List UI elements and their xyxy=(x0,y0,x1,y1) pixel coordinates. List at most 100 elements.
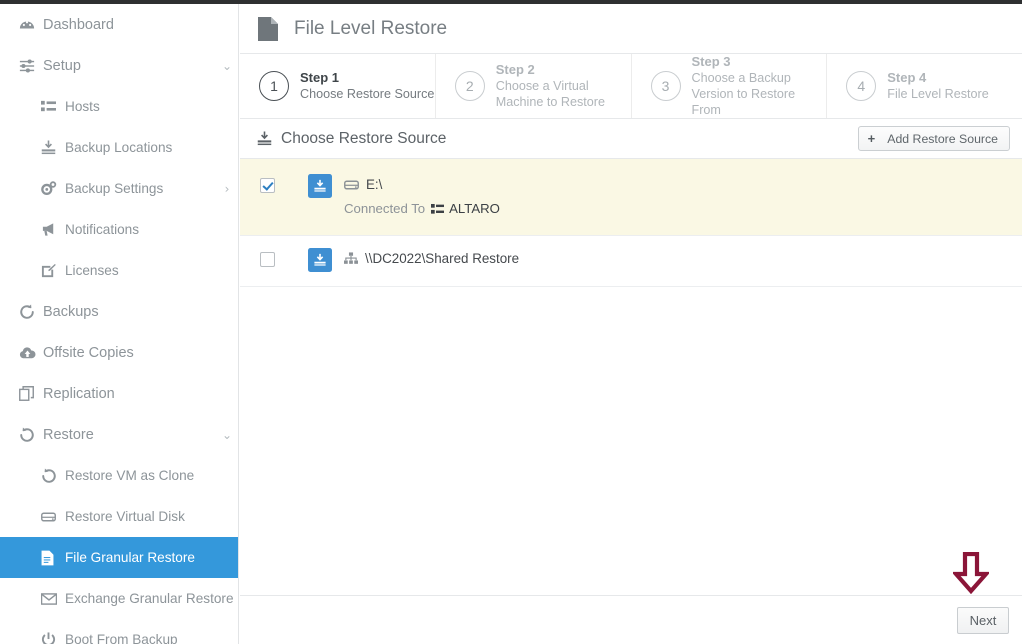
envelope-icon xyxy=(41,592,65,605)
gears-icon xyxy=(41,181,65,196)
download-tray-icon xyxy=(308,174,332,198)
connected-label: Connected To xyxy=(344,201,426,216)
wizard-footer: Next xyxy=(240,595,1022,644)
chevron-down-icon[interactable]: ⌄ xyxy=(216,428,238,442)
step-description: Choose a Backup Version to Restore From xyxy=(691,71,796,118)
step-description: File Level Restore xyxy=(887,87,989,102)
sidebar-item-exchange-granular-restore[interactable]: Exchange Granular Restore xyxy=(0,578,238,619)
restore-source-row[interactable]: \\DC2022\Shared Restore xyxy=(240,236,1022,287)
sidebar-item-label: Restore VM as Clone xyxy=(65,468,195,483)
download-tray-icon xyxy=(257,131,272,146)
step-number-badge: 3 xyxy=(650,71,681,101)
step-name: Step 4 xyxy=(887,69,927,85)
sidebar-navigation: Dashboard Setup ⌄ Hosts Backup Locations Back… xyxy=(0,4,239,644)
wizard-step-4[interactable]: 4 Step 4 File Level Restore xyxy=(827,54,1022,118)
server-list-icon xyxy=(431,203,445,215)
page-title: File Level Restore xyxy=(294,17,448,39)
app-root: Dashboard Setup ⌄ Hosts Backup Locations Back… xyxy=(0,0,1022,644)
refresh-icon xyxy=(19,304,43,320)
restore-source-path: E:\ xyxy=(366,177,383,192)
step-text: Step 4 File Level Restore xyxy=(887,70,989,103)
restore-icon xyxy=(41,468,65,484)
step-name: Step 2 xyxy=(495,61,535,77)
section-header: Choose Restore Source + Add Restore Sour… xyxy=(240,119,1022,159)
sidebar-item-label: File Granular Restore xyxy=(65,550,195,565)
restore-source-details: E:\ Connected To ALTARO xyxy=(344,176,500,216)
restore-source-details: \\DC2022\Shared Restore xyxy=(344,250,519,266)
sidebar-item-restore[interactable]: Restore ⌄ xyxy=(0,414,238,455)
restore-source-path-row: \\DC2022\Shared Restore xyxy=(344,251,519,266)
dashboard-icon xyxy=(19,17,43,33)
plus-icon: + xyxy=(867,131,876,146)
restore-source-checkbox[interactable] xyxy=(260,252,275,267)
add-restore-source-label: Add Restore Source xyxy=(887,131,998,146)
sidebar-item-label: Exchange Granular Restore xyxy=(65,591,234,606)
sidebar-item-label: Backup Settings xyxy=(65,181,164,196)
sidebar-item-label: Restore xyxy=(43,426,94,443)
sidebar-item-label: Offsite Copies xyxy=(43,344,134,361)
hdd-icon xyxy=(41,511,65,523)
connected-target-name: ALTARO xyxy=(449,201,500,216)
restore-icon xyxy=(19,427,43,443)
hdd-icon xyxy=(344,179,359,191)
step-text: Step 1 Choose Restore Source xyxy=(300,70,434,103)
step-name: Step 3 xyxy=(691,53,731,69)
step-text: Step 3 Choose a Backup Version to Restore… xyxy=(692,54,827,119)
chevron-right-icon[interactable]: › xyxy=(216,182,238,196)
sidebar-item-licenses[interactable]: Licenses xyxy=(0,250,238,291)
step-number-badge: 4 xyxy=(846,71,877,101)
sidebar-item-backups[interactable]: Backups xyxy=(0,291,238,332)
sidebar-item-label: Hosts xyxy=(65,99,100,114)
sidebar-item-boot-from-backup[interactable]: Boot From Backup xyxy=(0,619,238,644)
step-name: Step 1 xyxy=(300,69,340,85)
connected-info: Connected To ALTARO xyxy=(344,201,500,216)
sidebar-item-setup[interactable]: Setup ⌄ xyxy=(0,45,238,86)
step-number-badge: 1 xyxy=(259,71,289,101)
step-number-badge: 2 xyxy=(454,71,485,101)
download-tray-icon xyxy=(308,248,332,272)
main-content: File Level Restore 1 Step 1 Choose Restore… xyxy=(240,4,1022,644)
step-wizard: 1 Step 1 Choose Restore Source 2 Step 2 Choos… xyxy=(240,54,1022,119)
sidebar-item-label: Licenses xyxy=(65,263,119,278)
megaphone-icon xyxy=(41,222,65,237)
sidebar-item-restore-virtual-disk[interactable]: Restore Virtual Disk xyxy=(0,496,238,537)
sliders-icon xyxy=(19,58,43,74)
sidebar-item-notifications[interactable]: Notifications xyxy=(0,209,238,250)
sidebar-item-label: Setup xyxy=(43,57,81,74)
sidebar-item-offsite-copies[interactable]: Offsite Copies xyxy=(0,332,238,373)
step-description: Choose a Virtual Machine to Restore xyxy=(495,79,605,110)
wizard-step-1[interactable]: 1 Step 1 Choose Restore Source xyxy=(240,54,436,118)
edit-square-icon xyxy=(41,263,65,278)
document-icon xyxy=(41,550,65,566)
restore-source-path-row: E:\ xyxy=(344,177,500,192)
download-icon xyxy=(41,140,65,155)
sidebar-item-label: Boot From Backup xyxy=(65,632,178,644)
sidebar-item-replication[interactable]: Replication xyxy=(0,373,238,414)
step-description: Choose Restore Source xyxy=(300,87,435,102)
sidebar-item-label: Dashboard xyxy=(43,16,114,33)
restore-source-path: \\DC2022\Shared Restore xyxy=(365,251,520,266)
sidebar-item-hosts[interactable]: Hosts xyxy=(0,86,238,127)
chevron-down-icon[interactable]: ⌄ xyxy=(216,59,238,73)
sidebar-item-label: Restore Virtual Disk xyxy=(65,509,185,524)
sidebar-item-dashboard[interactable]: Dashboard xyxy=(0,4,238,45)
restore-source-row[interactable]: E:\ Connected To ALTARO xyxy=(240,159,1022,236)
sidebar-item-label: Backup Locations xyxy=(65,140,173,155)
sidebar-item-backup-settings[interactable]: Backup Settings › xyxy=(0,168,238,209)
page-header: File Level Restore xyxy=(240,4,1022,54)
sidebar-item-file-granular-restore[interactable]: File Granular Restore xyxy=(0,537,238,578)
wizard-step-3[interactable]: 3 Step 3 Choose a Backup Version to Restor… xyxy=(632,54,828,118)
wizard-step-2[interactable]: 2 Step 2 Choose a Virtual Machine to Resto… xyxy=(436,54,632,118)
sidebar-item-label: Replication xyxy=(43,385,115,402)
next-button[interactable]: Next xyxy=(957,607,1009,634)
sidebar-item-label: Backups xyxy=(43,303,99,320)
sidebar-item-label: Notifications xyxy=(65,222,140,237)
add-restore-source-button[interactable]: + Add Restore Source xyxy=(857,126,1010,151)
sidebar-item-backup-locations[interactable]: Backup Locations xyxy=(0,127,238,168)
restore-source-list: E:\ Connected To ALTARO \\DC2022\Shared Res… xyxy=(240,159,1022,287)
section-title: Choose Restore Source xyxy=(281,129,447,147)
sidebar-item-restore-vm-as-clone[interactable]: Restore VM as Clone xyxy=(0,455,238,496)
step-text: Step 2 Choose a Virtual Machine to Restor… xyxy=(496,62,631,111)
list-icon xyxy=(41,99,65,114)
restore-source-checkbox[interactable] xyxy=(260,178,275,193)
